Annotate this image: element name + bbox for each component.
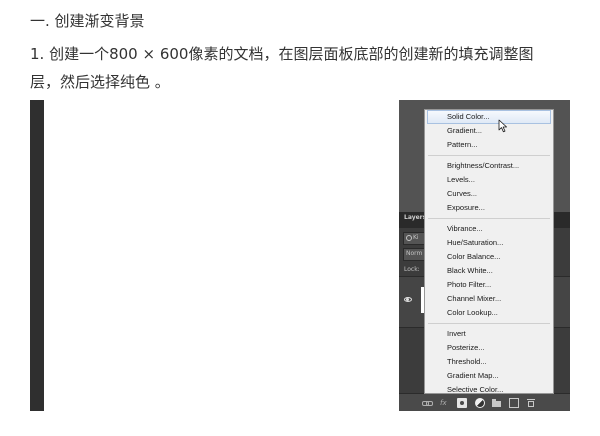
menu-item-pattern[interactable]: Pattern...	[425, 138, 553, 152]
menu-item-gradient[interactable]: Gradient...	[425, 124, 553, 138]
menu-item-channel-mixer[interactable]: Channel Mixer...	[425, 292, 553, 306]
menu-item-brightness-contrast[interactable]: Brightness/Contrast...	[425, 159, 553, 173]
canvas-edge-strip	[30, 100, 44, 411]
menu-item-exposure[interactable]: Exposure...	[425, 201, 553, 215]
menu-item-hue-saturation[interactable]: Hue/Saturation...	[425, 236, 553, 250]
menu-item-vibrance[interactable]: Vibrance...	[425, 222, 553, 236]
menu-item-solid-color[interactable]: Solid Color...	[427, 110, 551, 124]
menu-item-selective-color[interactable]: Selective Color...	[425, 383, 553, 397]
kind-filter-label: Ki	[413, 234, 419, 241]
eye-icon[interactable]	[404, 297, 412, 303]
mouse-cursor-icon	[498, 119, 507, 133]
fx-icon[interactable]: fx	[440, 398, 450, 408]
menu-separator	[428, 218, 550, 219]
menu-group-fill: Solid Color... Gradient... Pattern...	[425, 110, 553, 152]
trash-icon[interactable]	[526, 398, 536, 408]
menu-separator	[428, 155, 550, 156]
menu-item-levels[interactable]: Levels...	[425, 173, 553, 187]
menu-separator	[428, 323, 550, 324]
folder-icon[interactable]	[492, 398, 502, 408]
menu-item-black-white[interactable]: Black White...	[425, 264, 553, 278]
menu-item-photo-filter[interactable]: Photo Filter...	[425, 278, 553, 292]
menu-group-other: Invert Posterize... Threshold... Gradien…	[425, 327, 553, 397]
link-icon[interactable]	[422, 398, 433, 408]
blend-mode-label: Norm	[406, 250, 423, 257]
adjustment-layer-menu: Solid Color... Gradient... Pattern... Br…	[424, 109, 554, 394]
step-paragraph: 1. 创建一个800 × 600像素的文档，在图层面板底部的创建新的填充调整图 …	[30, 40, 575, 96]
adjustment-layer-icon[interactable]	[475, 398, 485, 408]
menu-item-invert[interactable]: Invert	[425, 327, 553, 341]
menu-item-posterize[interactable]: Posterize...	[425, 341, 553, 355]
layers-tab[interactable]: Layers	[404, 214, 426, 221]
document-canvas-screenshot	[30, 100, 190, 411]
step-text-line-2: 层，然后选择纯色 。	[30, 73, 170, 91]
menu-group-tone: Brightness/Contrast... Levels... Curves.…	[425, 159, 553, 215]
menu-item-curves[interactable]: Curves...	[425, 187, 553, 201]
menu-group-color: Vibrance... Hue/Saturation... Color Bala…	[425, 222, 553, 320]
new-layer-icon[interactable]	[509, 398, 519, 408]
menu-item-color-lookup[interactable]: Color Lookup...	[425, 306, 553, 320]
photoshop-panel-screenshot: Layers Ki Norm Lock: fx Solid Color... G…	[399, 100, 570, 411]
article-heading: 一. 创建渐变背景	[30, 12, 145, 30]
menu-item-gradient-map[interactable]: Gradient Map...	[425, 369, 553, 383]
lock-label: Lock:	[404, 266, 420, 273]
search-icon	[406, 235, 412, 241]
menu-item-threshold[interactable]: Threshold...	[425, 355, 553, 369]
step-text-line-1: 1. 创建一个800 × 600像素的文档，在图层面板底部的创建新的填充调整图	[30, 45, 534, 63]
menu-item-color-balance[interactable]: Color Balance...	[425, 250, 553, 264]
mask-icon[interactable]	[457, 398, 467, 408]
